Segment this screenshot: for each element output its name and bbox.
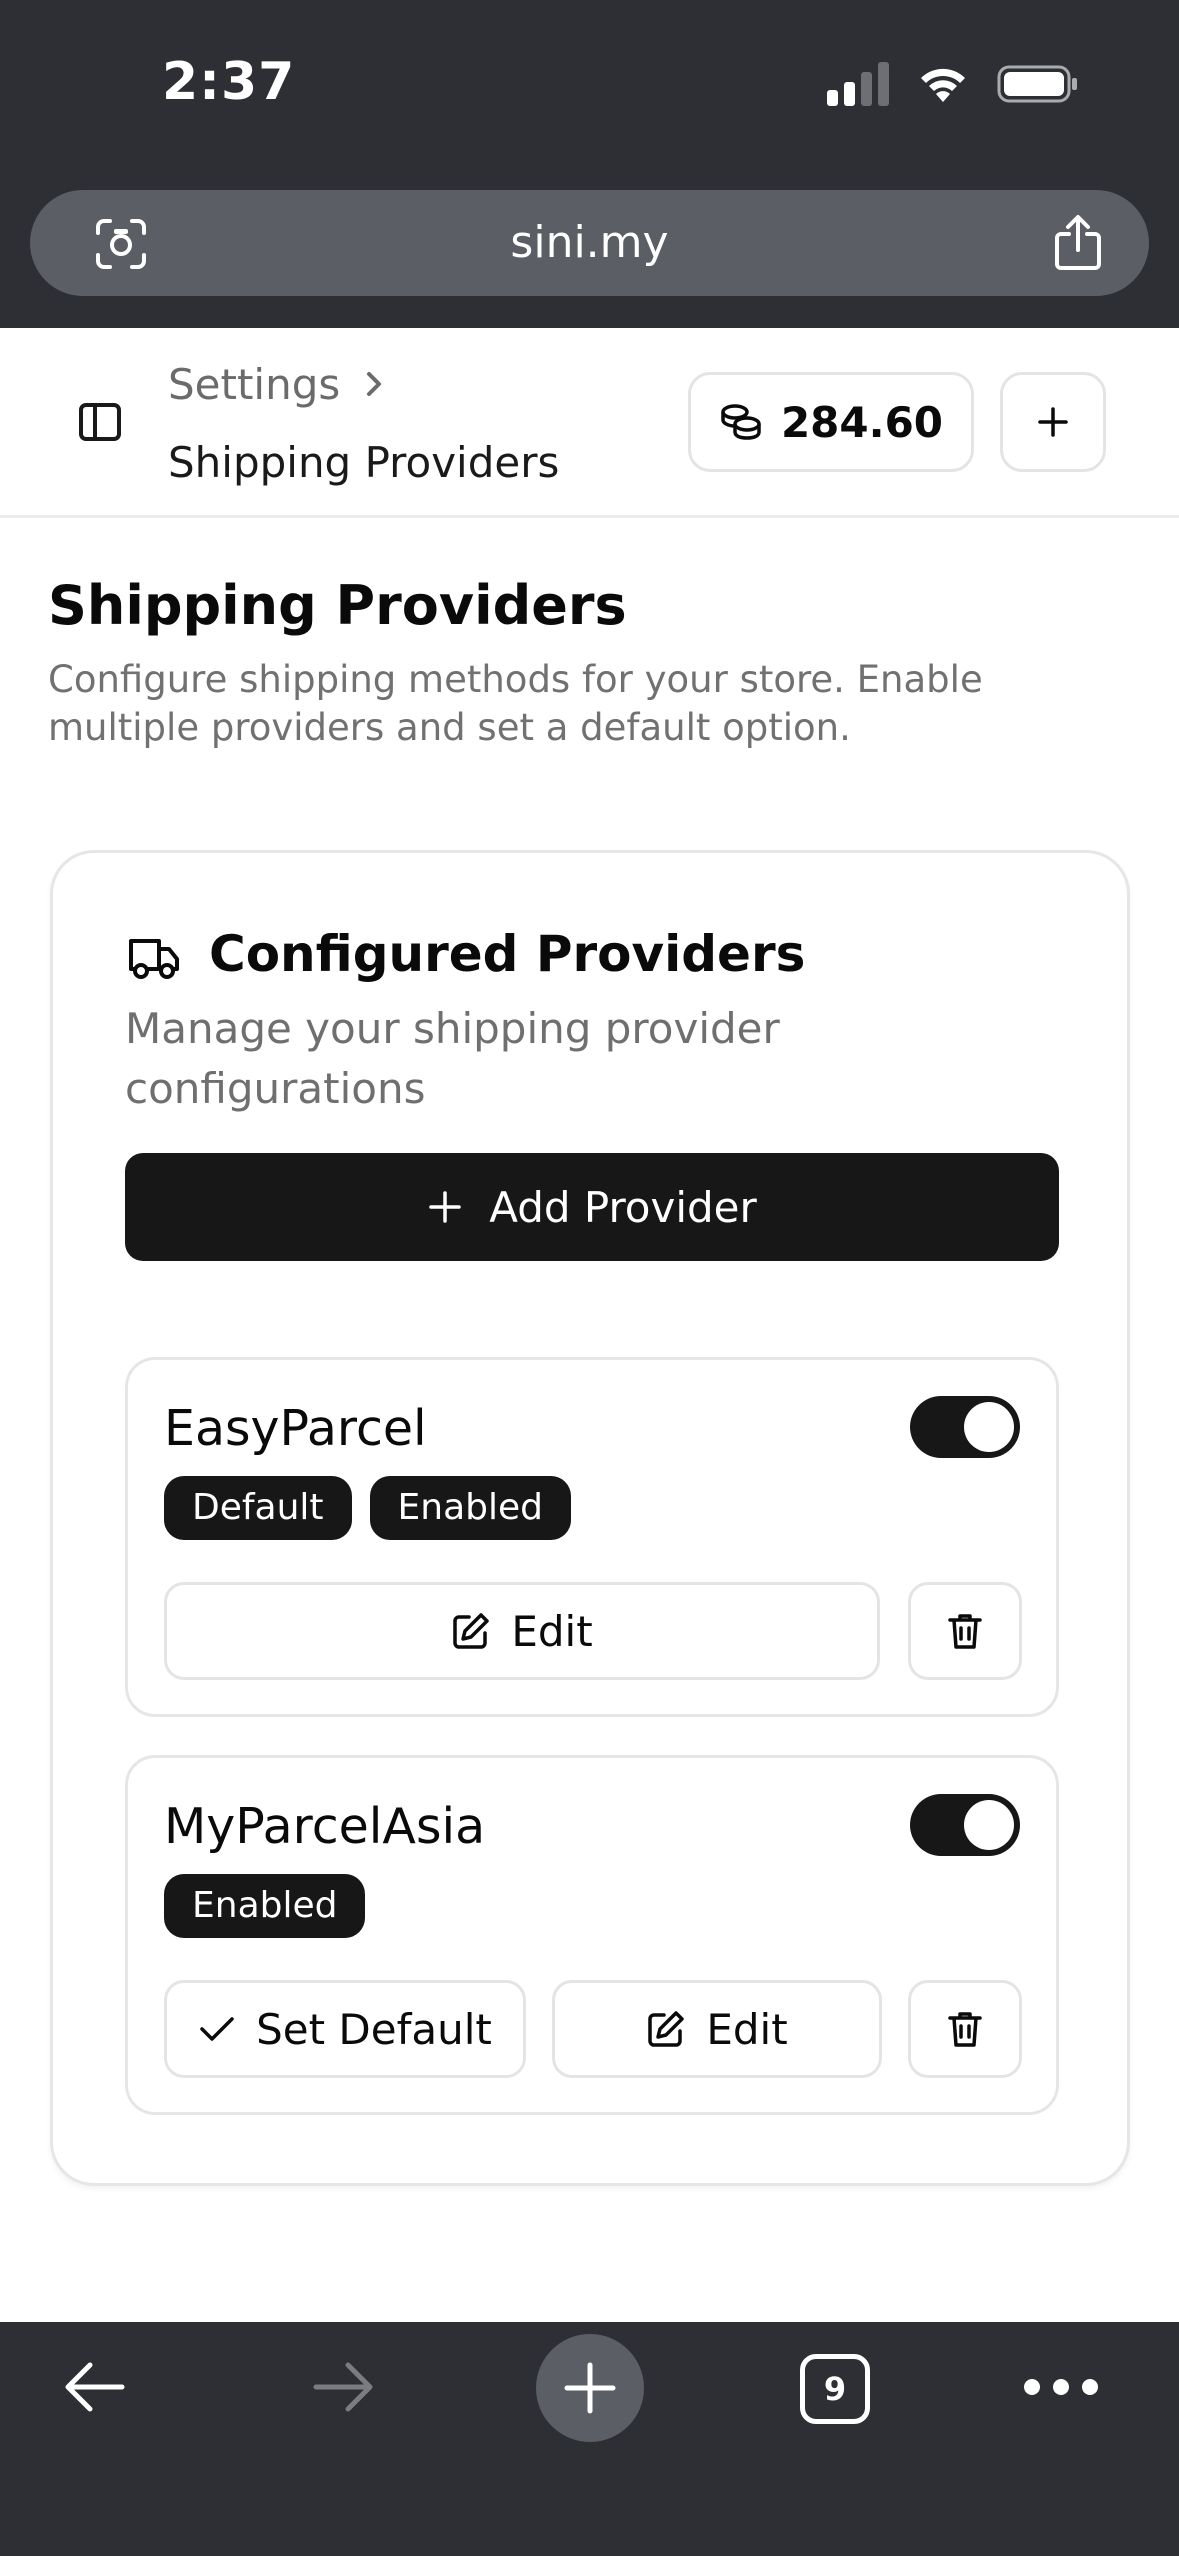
trash-icon	[948, 1614, 982, 1649]
edit-button[interactable]: Edit	[552, 1980, 882, 2078]
enabled-badge: Enabled	[164, 1874, 366, 1938]
edit-label: Edit	[706, 2004, 788, 2054]
card-description: Manage your shipping provider configurat…	[125, 1004, 780, 1113]
edit-icon	[648, 2011, 685, 2047]
check-icon	[200, 2017, 234, 2041]
wifi-icon	[921, 68, 965, 102]
provider-badges: Default Enabled	[164, 1476, 572, 1540]
add-provider-label: Add Provider	[489, 1182, 757, 1232]
provider-name: EasyParcel	[164, 1400, 427, 1457]
tabs-button[interactable]: 9	[800, 2354, 870, 2424]
add-button[interactable]	[1000, 372, 1106, 472]
provider-badges: Enabled	[164, 1874, 366, 1938]
sidebar-toggle-icon[interactable]	[78, 400, 122, 444]
coins-icon	[721, 404, 761, 440]
breadcrumb-settings-link[interactable]: Settings	[168, 360, 340, 409]
provider-name: MyParcelAsia	[164, 1798, 486, 1855]
delete-button[interactable]	[908, 1980, 1022, 2078]
camera-scan-icon[interactable]	[94, 217, 148, 271]
add-provider-button[interactable]: Add Provider	[125, 1153, 1059, 1261]
browser-top-bar: 2:37 sini.my	[0, 0, 1179, 328]
cellular-signal-icon	[827, 62, 889, 106]
plus-icon	[564, 2362, 616, 2414]
browser-bottom-toolbar: 9	[0, 2322, 1179, 2556]
tab-count: 9	[823, 2370, 847, 2408]
back-arrow-icon[interactable]	[60, 2352, 130, 2422]
page-description: Configure shipping methods for your stor…	[48, 658, 983, 749]
edit-icon	[453, 1613, 490, 1649]
default-badge: Default	[164, 1476, 352, 1540]
card-title: Configured Providers	[209, 925, 806, 983]
breadcrumb-current: Shipping Providers	[168, 438, 560, 487]
credits-button[interactable]: 284.60	[688, 372, 974, 472]
url-text[interactable]: sini.my	[30, 190, 1149, 296]
plus-icon	[429, 1191, 461, 1223]
provider-item-easyparcel: EasyParcel Default Enabled Edit	[125, 1357, 1059, 1717]
address-bar[interactable]: sini.my	[30, 190, 1149, 296]
plus-icon	[1038, 407, 1068, 437]
status-icons	[827, 62, 1079, 106]
delete-button[interactable]	[908, 1582, 1022, 1680]
provider-enabled-toggle[interactable]	[910, 1794, 1020, 1856]
set-default-button[interactable]: Set Default	[164, 1980, 526, 2078]
forward-arrow-icon[interactable]	[308, 2352, 378, 2422]
status-time: 2:37	[162, 52, 296, 112]
edit-button[interactable]: Edit	[164, 1582, 880, 1680]
share-icon[interactable]	[1051, 214, 1105, 272]
chevron-right-icon	[367, 372, 381, 396]
edit-label: Edit	[511, 1606, 593, 1656]
enabled-badge: Enabled	[369, 1476, 572, 1540]
provider-item-myparcelasia: MyParcelAsia Enabled Set Default Edit	[125, 1755, 1059, 2115]
set-default-label: Set Default	[256, 2004, 492, 2054]
page-title: Shipping Providers	[48, 574, 627, 637]
truck-icon	[129, 939, 179, 979]
more-options-icon[interactable]	[1024, 2374, 1098, 2400]
battery-icon	[997, 65, 1077, 103]
credits-value: 284.60	[780, 397, 944, 447]
new-tab-button[interactable]	[536, 2334, 644, 2442]
app-header: Settings Shipping Providers 284.60	[0, 328, 1179, 518]
configured-providers-card: Configured Providers Manage your shippin…	[50, 850, 1130, 2186]
provider-enabled-toggle[interactable]	[910, 1396, 1020, 1458]
trash-icon	[948, 2012, 982, 2047]
